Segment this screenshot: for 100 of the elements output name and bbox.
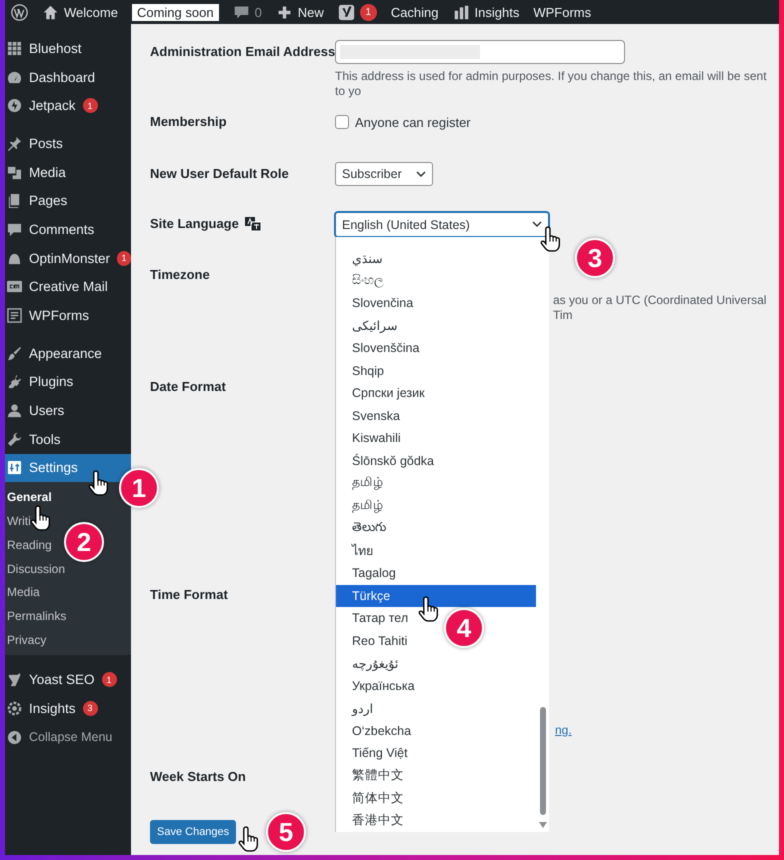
sidebar-item[interactable]: Jetpack 1 xyxy=(5,91,131,120)
field-label: Week Starts On xyxy=(150,768,246,786)
submenu-item[interactable]: Permalinks xyxy=(7,604,66,628)
menu-icon xyxy=(7,136,22,151)
caret-icon xyxy=(532,221,542,228)
language-option[interactable]: 繁體中文 xyxy=(336,764,406,787)
save-changes-button[interactable]: Save Changes xyxy=(150,820,236,844)
language-option[interactable]: Slovenčina xyxy=(336,292,416,314)
sidebar-item[interactable]: Collapse Menu xyxy=(5,722,131,752)
menu-icon xyxy=(7,222,22,237)
caret-icon xyxy=(416,170,426,178)
plus-icon xyxy=(276,4,293,20)
submenu-item[interactable]: Reading xyxy=(7,533,52,557)
sidebar-item[interactable]: Plugins xyxy=(5,368,131,396)
language-option[interactable]: اردو xyxy=(336,697,376,720)
notification-badge: 1 xyxy=(360,4,377,20)
sidebar-item[interactable]: WPForms xyxy=(5,301,131,330)
yoast-icon[interactable] xyxy=(338,4,355,20)
language-option[interactable]: Slovenščina xyxy=(336,337,422,360)
new-link[interactable]: New xyxy=(298,4,324,20)
field-description: This address is used for admin purposes. If you change this, an email will be sent to yo xyxy=(335,69,768,99)
submenu-item[interactable]: Writi xyxy=(7,509,31,533)
toolbar-link[interactable]: WPForms xyxy=(533,4,592,20)
language-option[interactable]: ไทย xyxy=(336,540,375,562)
hand-cursor-icon xyxy=(418,596,440,622)
language-option[interactable]: Српски језик xyxy=(336,382,427,404)
field-label: Date Format xyxy=(150,378,226,396)
sidebar-item[interactable]: Bluehost xyxy=(5,34,131,63)
field-description: as you or a UTC (Coordinated Universal Tim xyxy=(553,293,768,323)
notification-badge: 3 xyxy=(82,700,98,716)
language-option[interactable]: Svenska xyxy=(336,404,402,427)
sidebar-item[interactable]: Insights 3 xyxy=(5,694,131,723)
insights-link[interactable]: Insights xyxy=(474,4,520,20)
site-name-link[interactable]: Welcome xyxy=(64,4,118,20)
language-option[interactable]: Татар тел xyxy=(336,607,410,630)
menu-icon xyxy=(7,164,22,180)
menu-icon xyxy=(7,700,22,716)
language-option[interactable]: O‘zbekcha xyxy=(336,720,414,742)
submenu-item[interactable]: Privacy xyxy=(7,628,46,652)
hand-cursor-icon xyxy=(30,505,52,531)
menu-icon xyxy=(7,672,22,688)
toolbar-link[interactable]: Caching xyxy=(390,4,439,20)
menu-icon xyxy=(7,308,22,324)
scrollbar-thumb[interactable] xyxy=(540,707,546,815)
notification-badge: 1 xyxy=(102,672,117,688)
wordpress-logo[interactable] xyxy=(11,4,28,20)
sidebar-item[interactable]: Dashboard xyxy=(5,62,131,92)
sidebar-item[interactable]: Creative Mail xyxy=(5,272,131,302)
settings-icon xyxy=(7,460,22,476)
hand-cursor-icon xyxy=(88,470,110,496)
language-option[interactable]: ئۇيغۇرچە xyxy=(336,652,400,674)
role-dropdown[interactable]: Subscriber xyxy=(335,162,433,186)
menu-icon xyxy=(7,40,22,56)
language-dropdown[interactable]: English (United States) xyxy=(335,212,549,237)
language-option[interactable]: 简体中文 xyxy=(336,787,406,810)
sidebar-item[interactable]: Users xyxy=(5,396,131,425)
sidebar-item[interactable]: OptinMonster 1 xyxy=(5,244,131,272)
hand-cursor-icon xyxy=(238,826,260,852)
checkbox-label[interactable]: Anyone can register xyxy=(355,114,471,130)
field-label: Timezone xyxy=(150,266,210,284)
language-option[interactable]: Tagalog xyxy=(336,562,398,584)
language-option[interactable]: Türkçe xyxy=(336,584,536,607)
language-option[interactable]: தமிழ் xyxy=(336,494,385,517)
language-option[interactable]: 香港中文 xyxy=(336,810,406,832)
email-field[interactable] xyxy=(335,40,625,64)
sidebar-item[interactable]: Comments xyxy=(5,215,131,244)
sidebar-item[interactable]: Settings xyxy=(5,454,131,482)
language-option[interactable]: سرائیکی xyxy=(336,314,400,337)
sidebar-item[interactable]: Appearance xyxy=(5,338,131,368)
comment-count[interactable]: 0 xyxy=(254,4,262,20)
menu-icon xyxy=(7,70,22,85)
help-link[interactable]: ng. xyxy=(555,723,572,737)
submenu-item[interactable]: Discussion xyxy=(7,556,66,580)
submenu-item[interactable]: Media xyxy=(7,580,40,604)
language-option[interactable]: سنڌي xyxy=(336,247,385,270)
sidebar-item[interactable]: Posts xyxy=(5,129,131,158)
sidebar-item[interactable]: Media xyxy=(5,158,131,186)
menu-icon xyxy=(7,193,22,208)
sidebar-item[interactable]: Yoast SEO 1 xyxy=(5,665,131,694)
submenu-item[interactable]: General xyxy=(7,486,52,510)
language-option[interactable]: Shqip xyxy=(336,360,386,382)
field-label: Site Language xyxy=(150,215,239,233)
sidebar-item[interactable]: Tools xyxy=(5,424,131,454)
coming-soon-badge[interactable]: Coming soon xyxy=(132,4,219,20)
language-option[interactable]: Kiswahili xyxy=(336,427,403,450)
language-option[interactable]: தமிழ் xyxy=(336,472,385,494)
scroll-down-icon[interactable] xyxy=(539,822,547,828)
field-label: New User Default Role xyxy=(150,165,289,183)
language-option[interactable]: Tiếng Việt xyxy=(336,742,410,764)
checkbox[interactable] xyxy=(335,115,349,129)
language-option[interactable]: Reo Tahiti xyxy=(336,630,410,652)
menu-icon xyxy=(7,432,22,447)
field-label: Time Format xyxy=(150,586,228,604)
notification-badge: 1 xyxy=(117,250,131,266)
translation-icon xyxy=(244,217,261,231)
sidebar-item[interactable]: Pages xyxy=(5,186,131,216)
language-option[interactable]: Українська xyxy=(336,674,417,697)
language-option[interactable]: සිංහල xyxy=(336,270,386,292)
language-option[interactable]: తెలుగు xyxy=(336,517,388,540)
language-option[interactable]: Ślōnskŏ gŏdka xyxy=(336,450,436,472)
